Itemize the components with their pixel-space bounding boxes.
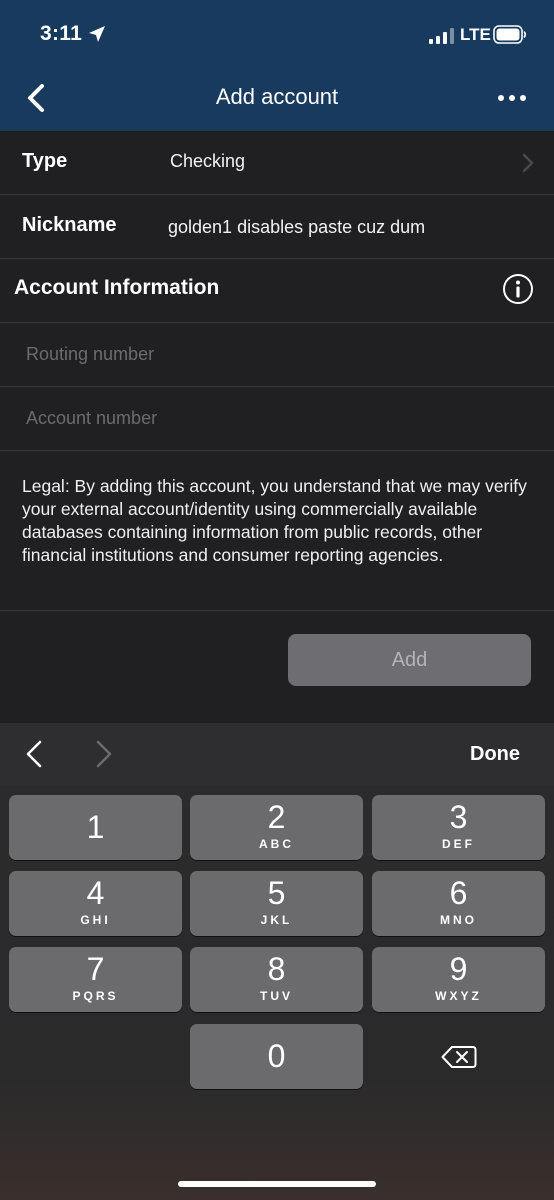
type-row[interactable]: Type Checking [0,131,554,195]
cellular-signal-icon [429,28,454,44]
key-digit: 3 [449,799,468,835]
status-time: 3:11 [40,22,83,45]
key-digit: 2 [267,799,286,835]
type-value: Checking [170,151,246,171]
key-digit: 9 [449,951,468,987]
key-6[interactable]: 6 MNO [372,871,545,936]
key-8[interactable]: 8 TUV [190,947,363,1012]
section-title: Account Information [14,276,220,299]
battery-icon [493,25,527,44]
home-indicator [178,1181,376,1187]
numeric-keypad: 1 2 ABC 3 DEF 4 GHI 5 JKL 6 MNO 7 PQRS 8… [0,786,554,1200]
backspace-icon [441,1045,476,1068]
key-digit: 4 [86,875,105,911]
page-title: Add account [215,84,339,109]
add-button-area: Add [0,611,554,726]
key-7[interactable]: 7 PQRS [9,947,182,1012]
key-letters: TUV [260,989,293,1003]
nickname-field[interactable]: golden1 disables paste cuz dum [168,217,425,238]
network-type: LTE [460,25,491,44]
previous-field-button[interactable] [14,733,54,775]
account-information-header: Account Information [0,259,554,323]
keyboard-accessory-bar: Done [0,723,554,786]
key-letters: WXYZ [435,989,482,1003]
type-label: Type [22,150,68,172]
key-0[interactable]: 0 [190,1024,363,1089]
info-icon[interactable] [502,273,534,305]
key-digit: 6 [449,875,468,911]
key-digit: 1 [86,809,105,845]
key-letters: PQRS [72,989,119,1003]
app-header: 3:11 LTE Add account [0,0,554,131]
more-options-button[interactable] [490,80,534,116]
nickname-row[interactable]: Nickname golden1 disables paste cuz dum [0,195,554,259]
legal-text: Legal: By adding this account, you under… [0,451,554,611]
key-letters: DEF [442,837,475,851]
nickname-label: Nickname [22,214,117,236]
key-9[interactable]: 9 WXYZ [372,947,545,1012]
key-1[interactable]: 1 [9,795,182,860]
key-digit: 8 [267,951,286,987]
next-field-button[interactable] [84,733,124,775]
key-5[interactable]: 5 JKL [190,871,363,936]
backspace-button[interactable] [372,1024,545,1089]
key-digit: 0 [267,1038,286,1074]
key-digit: 5 [267,875,286,911]
key-letters: JKL [260,913,293,927]
ellipsis-icon [498,95,526,101]
key-letters: GHI [80,913,111,927]
account-number-input[interactable] [0,387,554,450]
location-arrow-icon [89,26,105,42]
routing-number-input[interactable] [0,323,554,386]
routing-number-row [0,323,554,387]
account-number-row [0,387,554,451]
add-button[interactable]: Add [288,634,531,686]
key-2[interactable]: 2 ABC [190,795,363,860]
key-letters: MNO [440,913,477,927]
key-digit: 7 [86,951,105,987]
key-3[interactable]: 3 DEF [372,795,545,860]
add-account-form: Type Checking Nickname golden1 disables … [0,131,554,726]
chevron-left-icon [26,740,42,768]
key-4[interactable]: 4 GHI [9,871,182,936]
key-letters: ABC [259,837,294,851]
done-button[interactable]: Done [470,743,520,766]
chevron-right-icon [96,740,112,768]
chevron-right-icon [522,153,534,173]
